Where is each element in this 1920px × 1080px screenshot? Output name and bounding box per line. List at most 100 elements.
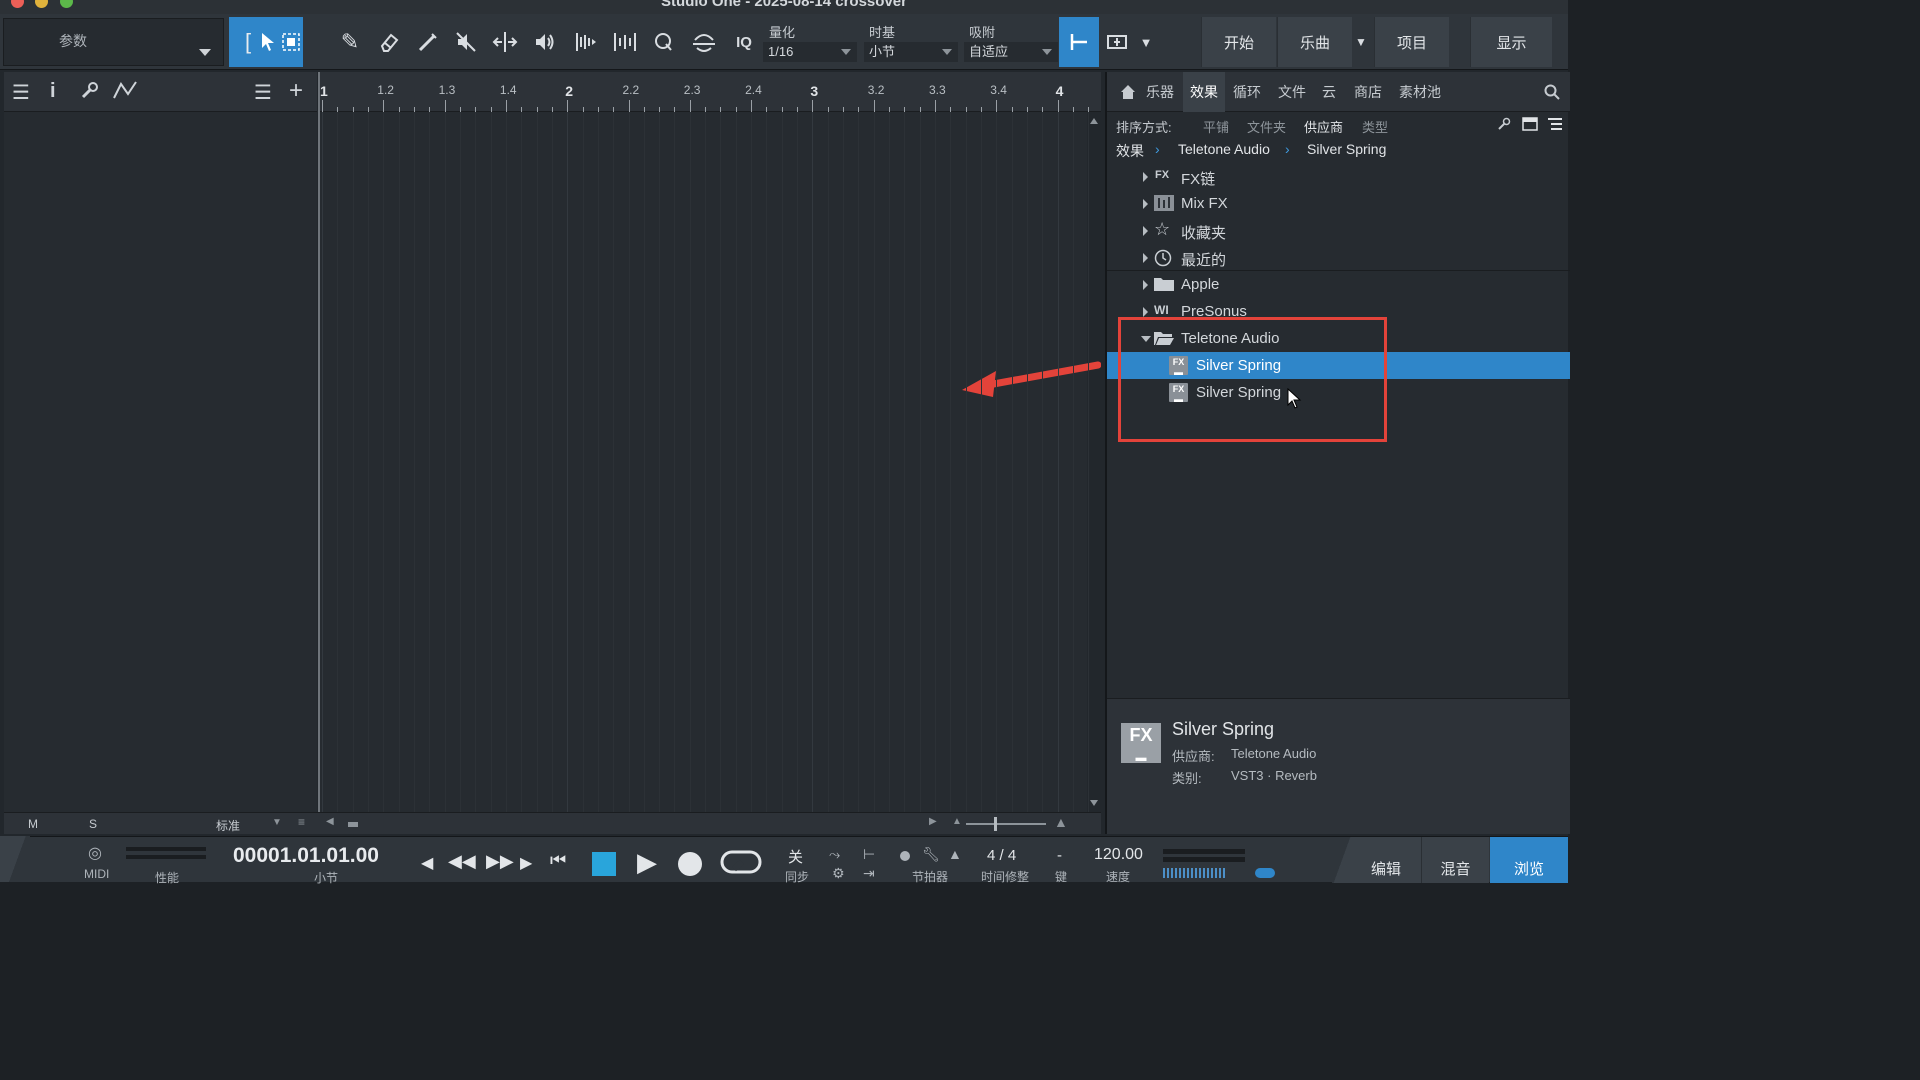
nav-start-button[interactable]: 开始 [1201,17,1276,67]
add-track-icon[interactable]: + [289,77,303,105]
next-marker-icon[interactable]: ▶ [520,853,532,873]
sort-folder[interactable]: 文件夹 [1247,117,1286,136]
snap-select[interactable]: 自适应 [964,42,1058,62]
timeline-ruler[interactable]: 1 1.2 1.3 1.4 2 2.2 2.3 2.4 3 3.2 3.3 3.4 4 [318,72,1101,112]
midi-icon[interactable]: ◎ [88,843,102,863]
scroll-down-icon[interactable] [1090,800,1098,806]
key-value[interactable]: - [1057,847,1062,864]
zoom-slider-thumb[interactable] [994,817,997,831]
pencil-tool-icon[interactable]: ✎ [331,17,369,67]
range-tool-icon[interactable] [279,17,303,67]
horizontal-scroll-thumb[interactable] [348,822,358,827]
metronome-icon[interactable]: ▲ [948,846,962,862]
mute-button[interactable]: M [28,817,38,831]
groove-tool-icon[interactable] [685,17,723,67]
timebase-select[interactable]: 小节 [864,42,958,62]
tree-item-teletone-audio[interactable]: Teletone Audio [1107,325,1570,352]
parameter-selector[interactable]: 参数 [3,18,224,66]
tab-instruments[interactable]: 乐器 [1141,72,1179,112]
stop-button[interactable] [592,852,616,876]
loop-button[interactable] [720,849,762,881]
preview-pane-icon[interactable] [1522,117,1538,134]
time-display[interactable]: 00001.01.01.00 [233,844,379,868]
transient-tool-icon[interactable] [606,17,644,67]
mode-select[interactable]: 标准 [216,817,240,834]
tab-effects[interactable]: 效果 [1183,72,1225,112]
quantize-select[interactable]: 1/16 [763,42,857,62]
chevron-down-icon[interactable]: ▼ [1134,17,1158,67]
caret-right-icon[interactable] [1143,280,1148,290]
tree-item-recent[interactable]: 最近的 [1107,244,1570,271]
breadcrumb-effects[interactable]: 效果 [1116,141,1144,161]
list-view-icon[interactable]: ☰ [254,80,272,105]
caret-right-icon[interactable] [1143,307,1148,317]
tree-item-apple[interactable]: Apple [1107,271,1570,298]
list-view-icon[interactable] [1547,117,1563,134]
return-to-zero-icon[interactable]: ⏮ [550,850,566,871]
page-edit-button[interactable]: 编辑 [1351,837,1421,883]
iq-button[interactable]: IQ [725,17,763,67]
tree-item-favorites[interactable]: ☆ 收藏夹 [1107,217,1570,244]
tree-item-fx-chains[interactable]: FX FX链 [1107,163,1570,190]
page-browse-button[interactable]: 浏览 [1490,837,1568,883]
record-button[interactable] [678,852,702,876]
tab-cloud[interactable]: 云 [1318,72,1340,112]
eraser-tool-icon[interactable] [370,17,408,67]
caret-down-icon[interactable] [1141,336,1151,342]
plugin-item-silver-spring-vst3[interactable]: FX ▬ Silver Spring [1107,352,1570,379]
rewind-icon[interactable]: ◀◀ [448,851,476,872]
wrench-icon[interactable] [80,80,100,106]
mute-tool-icon[interactable] [447,17,485,67]
caret-right-icon[interactable] [1143,172,1148,182]
search-icon[interactable] [1541,72,1563,112]
caret-right-icon[interactable] [1143,253,1148,263]
snap-toggle-button[interactable] [1059,17,1099,67]
split-tool-icon[interactable] [486,17,524,67]
listen-tool-icon[interactable] [526,17,564,67]
time-signature[interactable]: 4 / 4 [987,847,1016,864]
fast-forward-icon[interactable]: ▶▶ [486,851,514,872]
pre-roll-icon[interactable]: ⤳ [829,846,840,863]
sync-value[interactable]: 关 [788,846,803,867]
tab-files[interactable]: 文件 [1273,72,1311,112]
sort-vendor[interactable]: 供应商 [1304,117,1343,136]
breadcrumb-plugin[interactable]: Silver Spring [1307,141,1386,157]
caret-right-icon[interactable] [1143,199,1148,209]
metronome-toggle[interactable] [900,851,910,861]
tab-shop[interactable]: 商店 [1350,72,1386,112]
menu-icon[interactable]: ☰ [12,80,30,105]
page-mix-button[interactable]: 混音 [1421,837,1489,883]
arrange-view[interactable]: 1 1.2 1.3 1.4 2 2.2 2.3 2.4 3 3.2 3.3 3.4 4 [318,72,1101,812]
gear-icon[interactable]: ⚙ [832,865,845,882]
previous-marker-icon[interactable]: ◀ [421,853,433,873]
caret-right-icon[interactable] [1143,226,1148,236]
list-icon[interactable]: ≡ [298,815,305,829]
scroll-right-icon[interactable]: ▶ [929,816,937,827]
home-icon[interactable] [1115,72,1141,112]
sort-type[interactable]: 类型 [1362,117,1388,136]
zoom-out-icon[interactable]: ▲ [952,816,962,827]
breadcrumb-vendor[interactable]: Teletone Audio [1178,141,1270,157]
nav-song-button[interactable]: 乐曲 [1277,17,1352,67]
automation-icon[interactable] [112,80,140,106]
wrench-icon[interactable]: 🔧︎ [922,846,940,863]
punch-out-icon[interactable]: ⇥ [863,865,875,882]
info-icon[interactable]: i [50,80,56,103]
tempo-value[interactable]: 120.00 [1094,846,1143,864]
paint-tool-icon[interactable] [409,17,447,67]
wrench-icon[interactable] [1497,117,1511,134]
sort-flat[interactable]: 平铺 [1203,117,1229,136]
scroll-left-icon[interactable]: ◀ [326,816,334,827]
chevron-down-icon[interactable]: ▼ [272,817,282,828]
volume-level[interactable] [1163,868,1225,878]
punch-in-icon[interactable]: ⊢ [863,846,875,863]
tab-pool[interactable]: 素材池 [1394,72,1446,112]
tab-loops[interactable]: 循环 [1228,72,1266,112]
solo-button[interactable]: S [89,817,97,831]
monitor-toggle[interactable] [1255,868,1275,878]
bend-tool-icon[interactable] [567,17,605,67]
nav-show-button[interactable]: 显示 [1470,17,1552,67]
time-unit-label[interactable]: 小节 [314,869,338,886]
scroll-up-icon[interactable] [1090,118,1098,124]
tree-item-presonus[interactable]: WI PreSonus [1107,298,1570,318]
